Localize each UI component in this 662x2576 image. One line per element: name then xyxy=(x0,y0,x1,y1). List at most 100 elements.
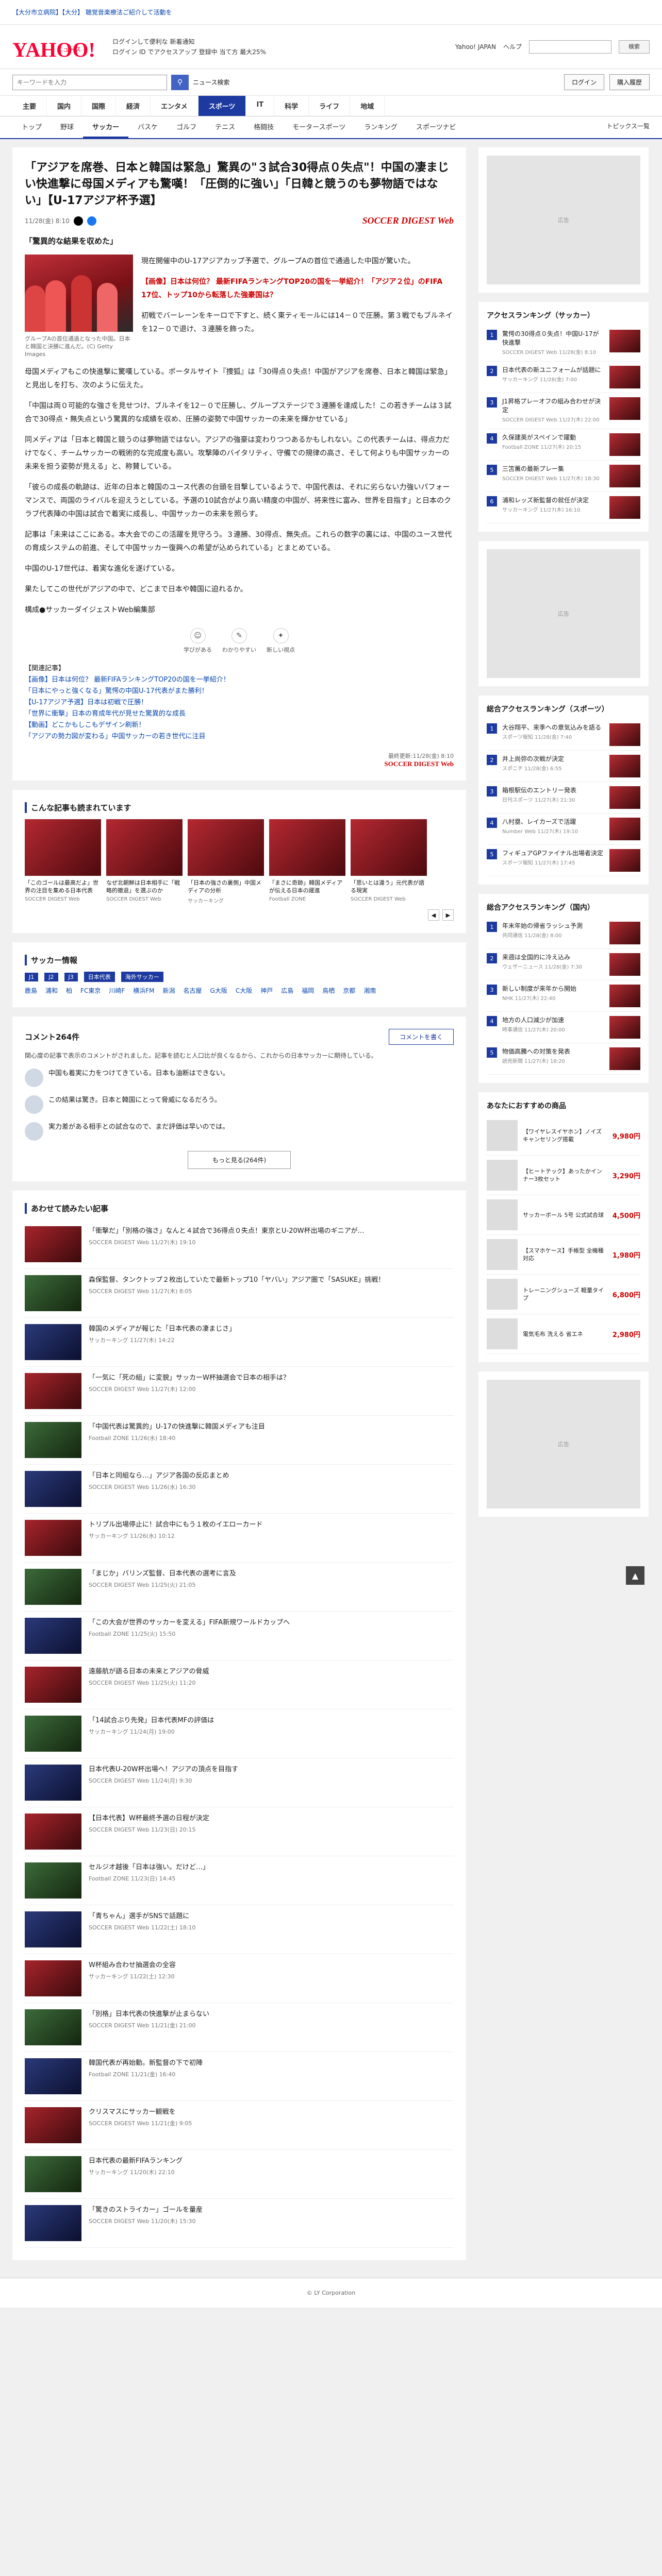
league-link[interactable]: 日本代表 xyxy=(84,972,115,982)
team-link[interactable]: C大阪 xyxy=(236,986,252,995)
feed-item[interactable]: 日本代表の最新FIFAランキング サッカーキング 11/20(木) 22:10 xyxy=(25,2150,454,2199)
ranking-item[interactable]: 6 浦和レッズ新監督の就任が決定 サッカーキング 11/27(木) 16:10 xyxy=(487,492,640,523)
team-link[interactable]: 新潟 xyxy=(163,986,175,995)
ranking-item[interactable]: 2 日本代表の新ユニフォームが話題に サッカーキング 11/28(金) 7:00 xyxy=(487,362,640,393)
main-nav-item[interactable]: IT xyxy=(246,96,275,116)
news-search-button[interactable]: ニュース検索 xyxy=(193,78,229,87)
yahoo-logo[interactable]: YAHOO! ニュース xyxy=(12,32,100,61)
sub-nav-item[interactable]: モータースポーツ xyxy=(283,116,355,138)
league-link[interactable]: J3 xyxy=(64,972,78,981)
team-link[interactable]: 福岡 xyxy=(302,986,314,995)
related-headline-link[interactable]: 【画像】日本は何位？ 最新FIFAランキングTOP20の国を一挙紹介！「アジア２… xyxy=(141,275,454,302)
header-search-input[interactable] xyxy=(529,40,611,54)
search-icon[interactable]: ⚲ xyxy=(171,74,189,90)
feed-item[interactable]: 「驚きのストライカー」ゴールを量産 SOCCER DIGEST Web 11/20… xyxy=(25,2199,454,2248)
main-nav-item[interactable]: エンタメ xyxy=(151,96,198,116)
ranking-item[interactable]: 2 来週は全国的に冷え込み ウェザーニュース 11/28(金) 7:30 xyxy=(487,949,640,980)
promo-link[interactable]: 【大分市立病院】【大分】 聴覚音楽療法ご紹介して活動を xyxy=(12,8,172,16)
team-link[interactable]: 浦和 xyxy=(45,986,58,995)
back-to-top-button[interactable]: ▲ xyxy=(626,1566,644,1585)
advertisement[interactable]: 広告 xyxy=(487,156,640,284)
ranking-item[interactable]: 5 三笘薫の最新プレー集 SOCCER DIGEST Web 11/27(木) 18… xyxy=(487,461,640,492)
feed-item[interactable]: 「中国代表は驚異的」U-17の快進撃に韓国メディアも注目 Football ZON… xyxy=(25,1416,454,1465)
main-nav-item[interactable]: 経済 xyxy=(116,96,151,116)
article-photo[interactable] xyxy=(25,255,133,332)
feed-item[interactable]: 韓国代表が再始動。新監督の下で初陣 Football ZONE 11/21(金) … xyxy=(25,2052,454,2101)
team-link[interactable]: 鹿島 xyxy=(25,986,37,995)
team-link[interactable]: 神戸 xyxy=(260,986,273,995)
news-search-input[interactable] xyxy=(13,75,167,90)
ranking-item[interactable]: 4 地方の人口減少が加速 時事通信 11/27(木) 20:00 xyxy=(487,1012,640,1043)
ranking-item[interactable]: 5 物価高騰への対策を発表 読売新聞 11/27(木) 18:20 xyxy=(487,1043,640,1075)
main-nav-item[interactable]: 主要 xyxy=(12,96,47,116)
league-link[interactable]: J2 xyxy=(44,972,58,981)
purchase-history-button[interactable]: 購入履歴 xyxy=(609,74,650,90)
related-link[interactable]: 【動画】どこかもしこもデザイン刷新！ xyxy=(25,720,454,731)
feed-item[interactable]: 【日本代表】W杯最終予選の日程が決定 SOCCER DIGEST Web 11/2… xyxy=(25,1807,454,1856)
carousel-card[interactable]: 「思いとは違う」元代表が語る現実 SOCCER DIGEST Web xyxy=(351,819,427,904)
reaction-button[interactable]: ☺ 学びがある xyxy=(184,628,212,654)
sub-nav-item[interactable]: ランキング xyxy=(355,116,407,138)
ranking-item[interactable]: 1 驚愕の30得点０失点！中国U-17が快進撃 SOCCER DIGEST Web … xyxy=(487,326,640,362)
sub-nav-item[interactable]: 野球 xyxy=(51,116,83,138)
feed-item[interactable]: 韓国のメディアが報じた「日本代表の凄まじさ」 サッカーキング 11/27(木) 1… xyxy=(25,1318,454,1367)
help-link[interactable]: ヘルプ xyxy=(503,42,522,51)
footer-publisher[interactable]: SOCCER DIGEST Web xyxy=(384,760,454,768)
carousel-card[interactable]: 「このゴールは最高だよ」世界の注目を集める日本代表 SOCCER DIGEST W… xyxy=(25,819,101,904)
yahoo-japan-link[interactable]: Yahoo! JAPAN xyxy=(455,43,496,50)
related-link[interactable]: 【U-17アジア予選】日本は初戦で圧勝！ xyxy=(25,697,454,708)
ranking-item[interactable]: 2 井上尚弥の次戦が決定 スポニチ 11/28(金) 6:55 xyxy=(487,751,640,782)
sub-nav-item[interactable]: スポーツナビ xyxy=(407,116,466,138)
feed-item[interactable]: 「日本と同組なら…」アジア各国の反応まとめ SOCCER DIGEST Web 1… xyxy=(25,1465,454,1514)
advertisement[interactable]: 広告 xyxy=(487,1380,640,1509)
shop-item[interactable]: 【ワイヤレスイヤホン】ノイズキャンセリング搭載 9,980円 xyxy=(487,1116,640,1156)
sub-nav-item[interactable]: トップ xyxy=(12,116,51,138)
team-link[interactable]: 川崎F xyxy=(109,986,125,995)
feed-item[interactable]: 「別格」日本代表の快進撃が止まらない SOCCER DIGEST Web 11/2… xyxy=(25,2003,454,2052)
facebook-share-icon[interactable] xyxy=(87,216,96,226)
carousel-card[interactable]: 「日本の強さの裏側」中国メディアの分析 サッカーキング xyxy=(188,819,264,904)
chevron-left-icon[interactable]: ◀ xyxy=(428,909,439,921)
feed-item[interactable]: 「衝撃だ」「別格の強さ」なんと４試合で36得点０失点！東京とU-20W杯出場のギ… xyxy=(25,1220,454,1269)
topics-list-link[interactable]: トピックス一覧 xyxy=(606,116,650,138)
related-link[interactable]: 「日本にやっと強くなる」驚愕の中国U-17代表がまた勝利！ xyxy=(25,686,454,697)
ranking-item[interactable]: 3 箱根駅伝のエントリー発表 日刊スポーツ 11/27(木) 21:30 xyxy=(487,782,640,814)
header-search-button[interactable]: 検索 xyxy=(619,40,650,54)
team-link[interactable]: 名古屋 xyxy=(184,986,202,995)
team-link[interactable]: 京都 xyxy=(343,986,355,995)
ranking-item[interactable]: 4 久保建英がスペインで躍動 Football ZONE 11/27(木) 20:1… xyxy=(487,429,640,461)
feed-item[interactable]: 「まじか」バリンズ監督、日本代表の選考に言及 SOCCER DIGEST Web … xyxy=(25,1563,454,1612)
feed-item[interactable]: 「青ちゃん」選手がSNSで話題に SOCCER DIGEST Web 11/22(… xyxy=(25,1905,454,1954)
team-link[interactable]: G大阪 xyxy=(210,986,227,995)
feed-item[interactable]: 「この大会が世界のサッカーを変える」FIFA新規ワールドカップへ Football… xyxy=(25,1612,454,1660)
reaction-button[interactable]: ✦ 新しい視点 xyxy=(267,628,295,654)
chevron-right-icon[interactable]: ▶ xyxy=(442,909,454,921)
feed-item[interactable]: 森保監督、タンクトップ２枚出していたで最新トップ10「ヤバい」アジア圏で「SAS… xyxy=(25,1269,454,1318)
ranking-item[interactable]: 5 フィギュアGPファイナル出場者決定 スポーツ報知 11/27(木) 17:45 xyxy=(487,845,640,876)
shop-item[interactable]: 【ヒートテック】あったかインナー3枚セット 3,290円 xyxy=(487,1156,640,1195)
login-button[interactable]: ログイン xyxy=(564,74,604,90)
sub-nav-item[interactable]: サッカー xyxy=(83,116,129,138)
feed-item[interactable]: W杯組み合わせ抽選会の全容 サッカーキング 11/22(土) 12:30 xyxy=(25,1954,454,2003)
related-link[interactable]: 「アジアの勢力図が変わる」中国サッカーの若き世代に注目 xyxy=(25,731,454,742)
ranking-item[interactable]: 3 新しい制度が来年から開始 NHK 11/27(木) 22:40 xyxy=(487,980,640,1012)
main-nav-item[interactable]: 科学 xyxy=(274,96,309,116)
sub-nav-item[interactable]: テニス xyxy=(206,116,244,138)
feed-item[interactable]: 日本代表U-20W杯出場へ！アジアの頂点を目指す SOCCER DIGEST We… xyxy=(25,1758,454,1807)
login-promo-line1[interactable]: ログインして便利な 新着通知 xyxy=(112,37,298,47)
carousel-card[interactable]: 「まさに奇跡」韓国メディアが伝える日本の躍進 Football ZONE xyxy=(269,819,345,904)
write-comment-button[interactable]: コメントを書く xyxy=(388,1029,454,1045)
shop-item[interactable]: 【スマホケース】手帳型 全機種対応 1,980円 xyxy=(487,1235,640,1275)
main-nav-item[interactable]: 国内 xyxy=(47,96,82,116)
main-nav-item[interactable]: 国際 xyxy=(81,96,117,116)
shop-item[interactable]: トレーニングシューズ 軽量タイプ 6,800円 xyxy=(487,1275,640,1314)
related-link[interactable]: 「世界に衝撃」日本の育成年代が見せた驚異的な成長 xyxy=(25,708,454,720)
feed-item[interactable]: 「一気に「死の組」に変貌」サッカーW杯抽選会で日本の相手は？ SOCCER DIG… xyxy=(25,1367,454,1416)
login-promo-line2[interactable]: ログイン ID でアクセスアップ 登録中 当て方 最大25% xyxy=(112,47,298,57)
team-link[interactable]: 鳥栖 xyxy=(322,986,335,995)
ranking-item[interactable]: 3 J1昇格プレーオフの組み合わせが決定 SOCCER DIGEST Web 11/… xyxy=(487,393,640,429)
team-link[interactable]: 湘南 xyxy=(363,986,376,995)
carousel-card[interactable]: なぜ北朝鮮は日本相手に「戦略的撤退」を選ぶのか SOCCER DIGEST Web xyxy=(106,819,183,904)
reaction-button[interactable]: ✎ わかりやすい xyxy=(222,628,256,654)
main-nav-item[interactable]: 地域 xyxy=(350,96,385,116)
